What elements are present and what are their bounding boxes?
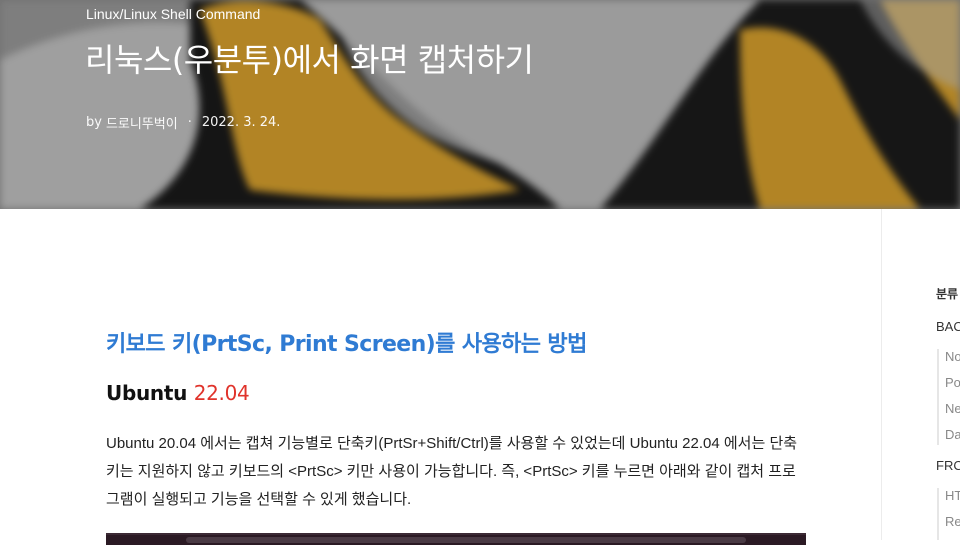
sidebar-item[interactable]: Ne [945,401,960,416]
sidebar-group-rule [937,488,939,540]
hero-overlay [0,0,960,209]
screenshot-toolbar [186,537,746,543]
article-paragraph: Ubuntu 20.04 에서는 캡쳐 기능별로 단축키(PrtSr+Shift… [106,435,798,508]
post-author[interactable]: 드로니뚜벅이 [106,113,178,132]
sidebar-item[interactable]: Po [945,375,960,390]
by-label: by [86,115,102,130]
post-date: 2022. 3. 24. [201,115,281,130]
section-heading: 키보드 키(PrtSc, Print Screen)를 사용하는 방법 [106,332,587,357]
post-category-link[interactable]: Linux/Linux Shell Command [86,6,260,22]
post-hero: Linux/Linux Shell Command 리눅스(우분투)에서 화면 … [0,0,960,209]
sidebar-item[interactable]: HT [945,488,960,503]
subheading-version: 22.04 [193,381,250,405]
sidebar-item[interactable]: Da [945,427,960,442]
sidebar-item[interactable]: No [945,349,960,364]
post-title: 리눅스(우분투)에서 화면 캡처하기 [85,41,534,79]
sidebar-item[interactable]: Re [945,514,960,529]
article-body: 키보드 키(PrtSc, Print Screen)를 사용하는 방법 Ubun… [0,209,881,545]
sidebar-group-frc[interactable]: FRC [936,458,960,473]
sidebar-group-bac[interactable]: BAC [936,319,960,334]
sidebar-title: 분류 [936,287,959,301]
category-sidebar: 분류 BAC No Po Ne Da FRC HT Re [881,209,960,540]
post-meta: by 드로니뚜벅이 · 2022. 3. 24. [86,113,280,132]
subheading-prefix: Ubuntu [106,381,194,405]
meta-separator: · [187,115,192,130]
sidebar-group-rule [937,349,939,445]
screenshot-image [106,533,806,545]
section-subheading: Ubuntu 22.04 [106,381,250,405]
